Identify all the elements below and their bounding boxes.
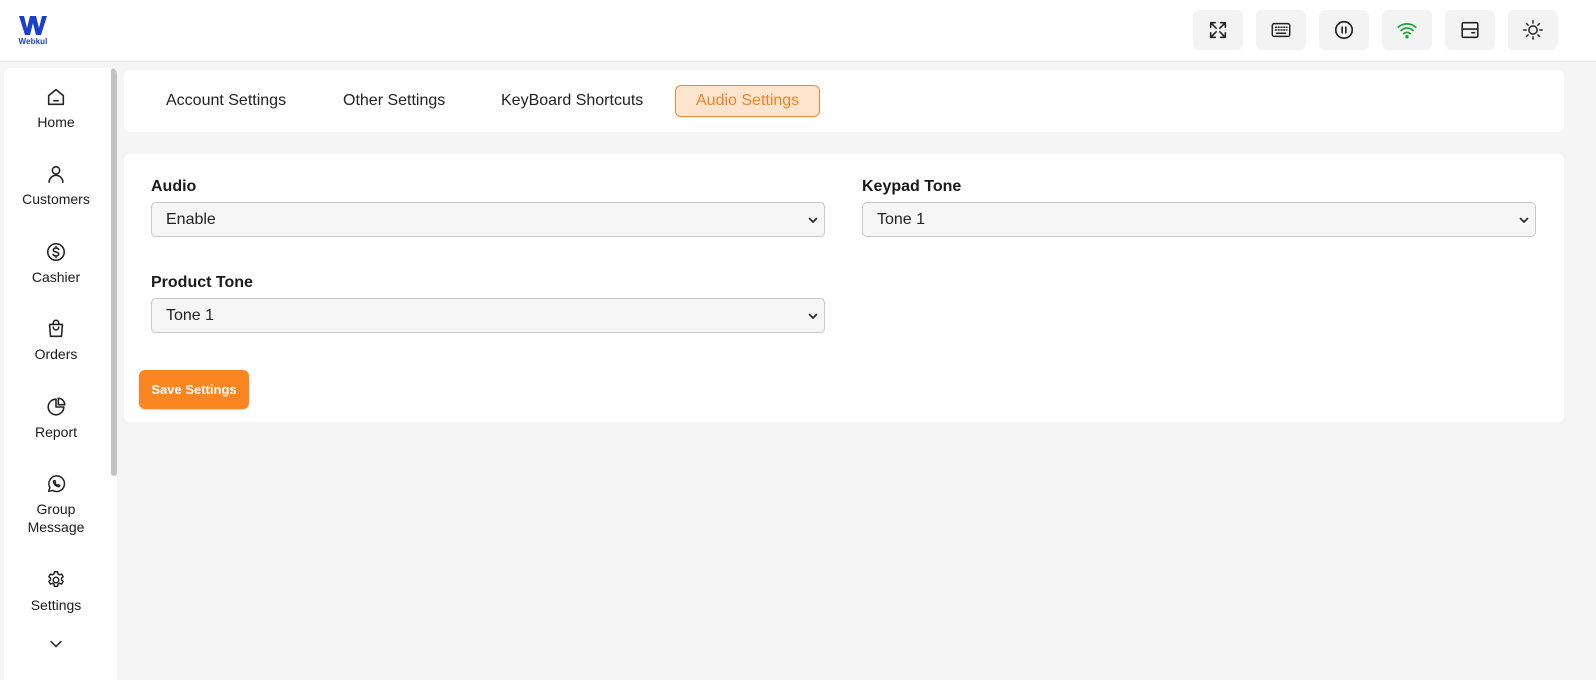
fullscreen-icon — [1209, 21, 1227, 39]
audio-label: Audio — [151, 178, 197, 195]
settings-tabs: Account Settings Other Settings KeyBoard… — [124, 70, 1564, 132]
wifi-button[interactable] — [1382, 10, 1432, 50]
pause-icon — [1334, 20, 1354, 40]
chevron-down-icon[interactable] — [48, 636, 64, 652]
whatsapp-icon — [47, 475, 66, 493]
pie-chart-icon — [47, 397, 66, 416]
chevron-down-icon — [808, 217, 818, 223]
sidebar-item-home[interactable]: Home — [4, 86, 108, 131]
sidebar-item-label: Settings — [30, 597, 82, 613]
audio-select-value: Enable — [166, 211, 216, 228]
sidebar-item-label: Report — [34, 424, 78, 440]
cash-drawer-button[interactable] — [1445, 10, 1495, 50]
sidebar-item-report[interactable]: Report — [4, 396, 108, 441]
sidebar-item-label: Home — [37, 114, 75, 130]
sidebar-item-customers[interactable]: Customers — [4, 163, 108, 208]
product-tone-label: Product Tone — [151, 274, 253, 291]
sidebar-item-orders[interactable]: Orders — [4, 318, 108, 363]
webkul-logo[interactable]: Webkul — [16, 14, 50, 48]
tab-other-settings[interactable]: Other Settings — [322, 85, 466, 117]
user-icon — [48, 165, 64, 184]
chevron-down-icon — [808, 313, 818, 319]
tab-audio-settings[interactable]: Audio Settings — [675, 85, 821, 117]
audio-select[interactable]: Enable — [151, 202, 825, 237]
save-settings-button[interactable]: Save Settings — [139, 370, 249, 409]
sidebar-item-label: Orders — [34, 346, 78, 362]
theme-toggle-button[interactable] — [1508, 10, 1558, 50]
cash-drawer-icon — [1461, 21, 1479, 39]
sidebar: Home Customers Cashier Orders Report Gro… — [4, 68, 117, 680]
shopping-bag-icon — [48, 319, 64, 338]
top-header: Webkul — [0, 0, 1596, 62]
product-tone-select[interactable]: Tone 1 — [151, 298, 825, 333]
header-toolbar — [1193, 10, 1558, 50]
tab-keyboard-shortcuts[interactable]: KeyBoard Shortcuts — [480, 85, 664, 117]
audio-settings-form: Audio Enable Keypad Tone Tone 1 Product … — [124, 154, 1564, 422]
sidebar-item-settings[interactable]: Settings — [4, 569, 108, 614]
sidebar-item-label: Customers — [22, 191, 90, 207]
webkul-logo-icon — [19, 16, 47, 35]
chevron-down-icon — [1519, 217, 1529, 223]
keyboard-button[interactable] — [1256, 10, 1306, 50]
sidebar-scrollbar[interactable] — [111, 68, 117, 680]
sidebar-item-label: Cashier — [31, 269, 81, 285]
keyboard-icon — [1271, 22, 1291, 38]
sidebar-item-label: Group Message — [27, 501, 85, 535]
fullscreen-button[interactable] — [1193, 10, 1243, 50]
keypad-tone-label: Keypad Tone — [862, 178, 962, 195]
wifi-icon — [1397, 23, 1417, 39]
pause-button[interactable] — [1319, 10, 1369, 50]
sidebar-item-cashier[interactable]: Cashier — [4, 241, 108, 286]
home-icon — [47, 88, 65, 106]
gear-icon — [48, 571, 64, 588]
keypad-tone-select[interactable]: Tone 1 — [862, 202, 1536, 237]
tab-account-settings[interactable]: Account Settings — [145, 85, 307, 117]
keypad-tone-select-value: Tone 1 — [877, 211, 926, 228]
sidebar-item-group-message[interactable]: Group Message — [4, 473, 108, 536]
logo-text: Webkul — [18, 37, 48, 46]
dollar-icon — [46, 242, 66, 262]
sidebar-scrollbar-thumb[interactable] — [111, 68, 117, 476]
product-tone-select-value: Tone 1 — [166, 307, 215, 324]
sun-icon — [1523, 20, 1543, 40]
